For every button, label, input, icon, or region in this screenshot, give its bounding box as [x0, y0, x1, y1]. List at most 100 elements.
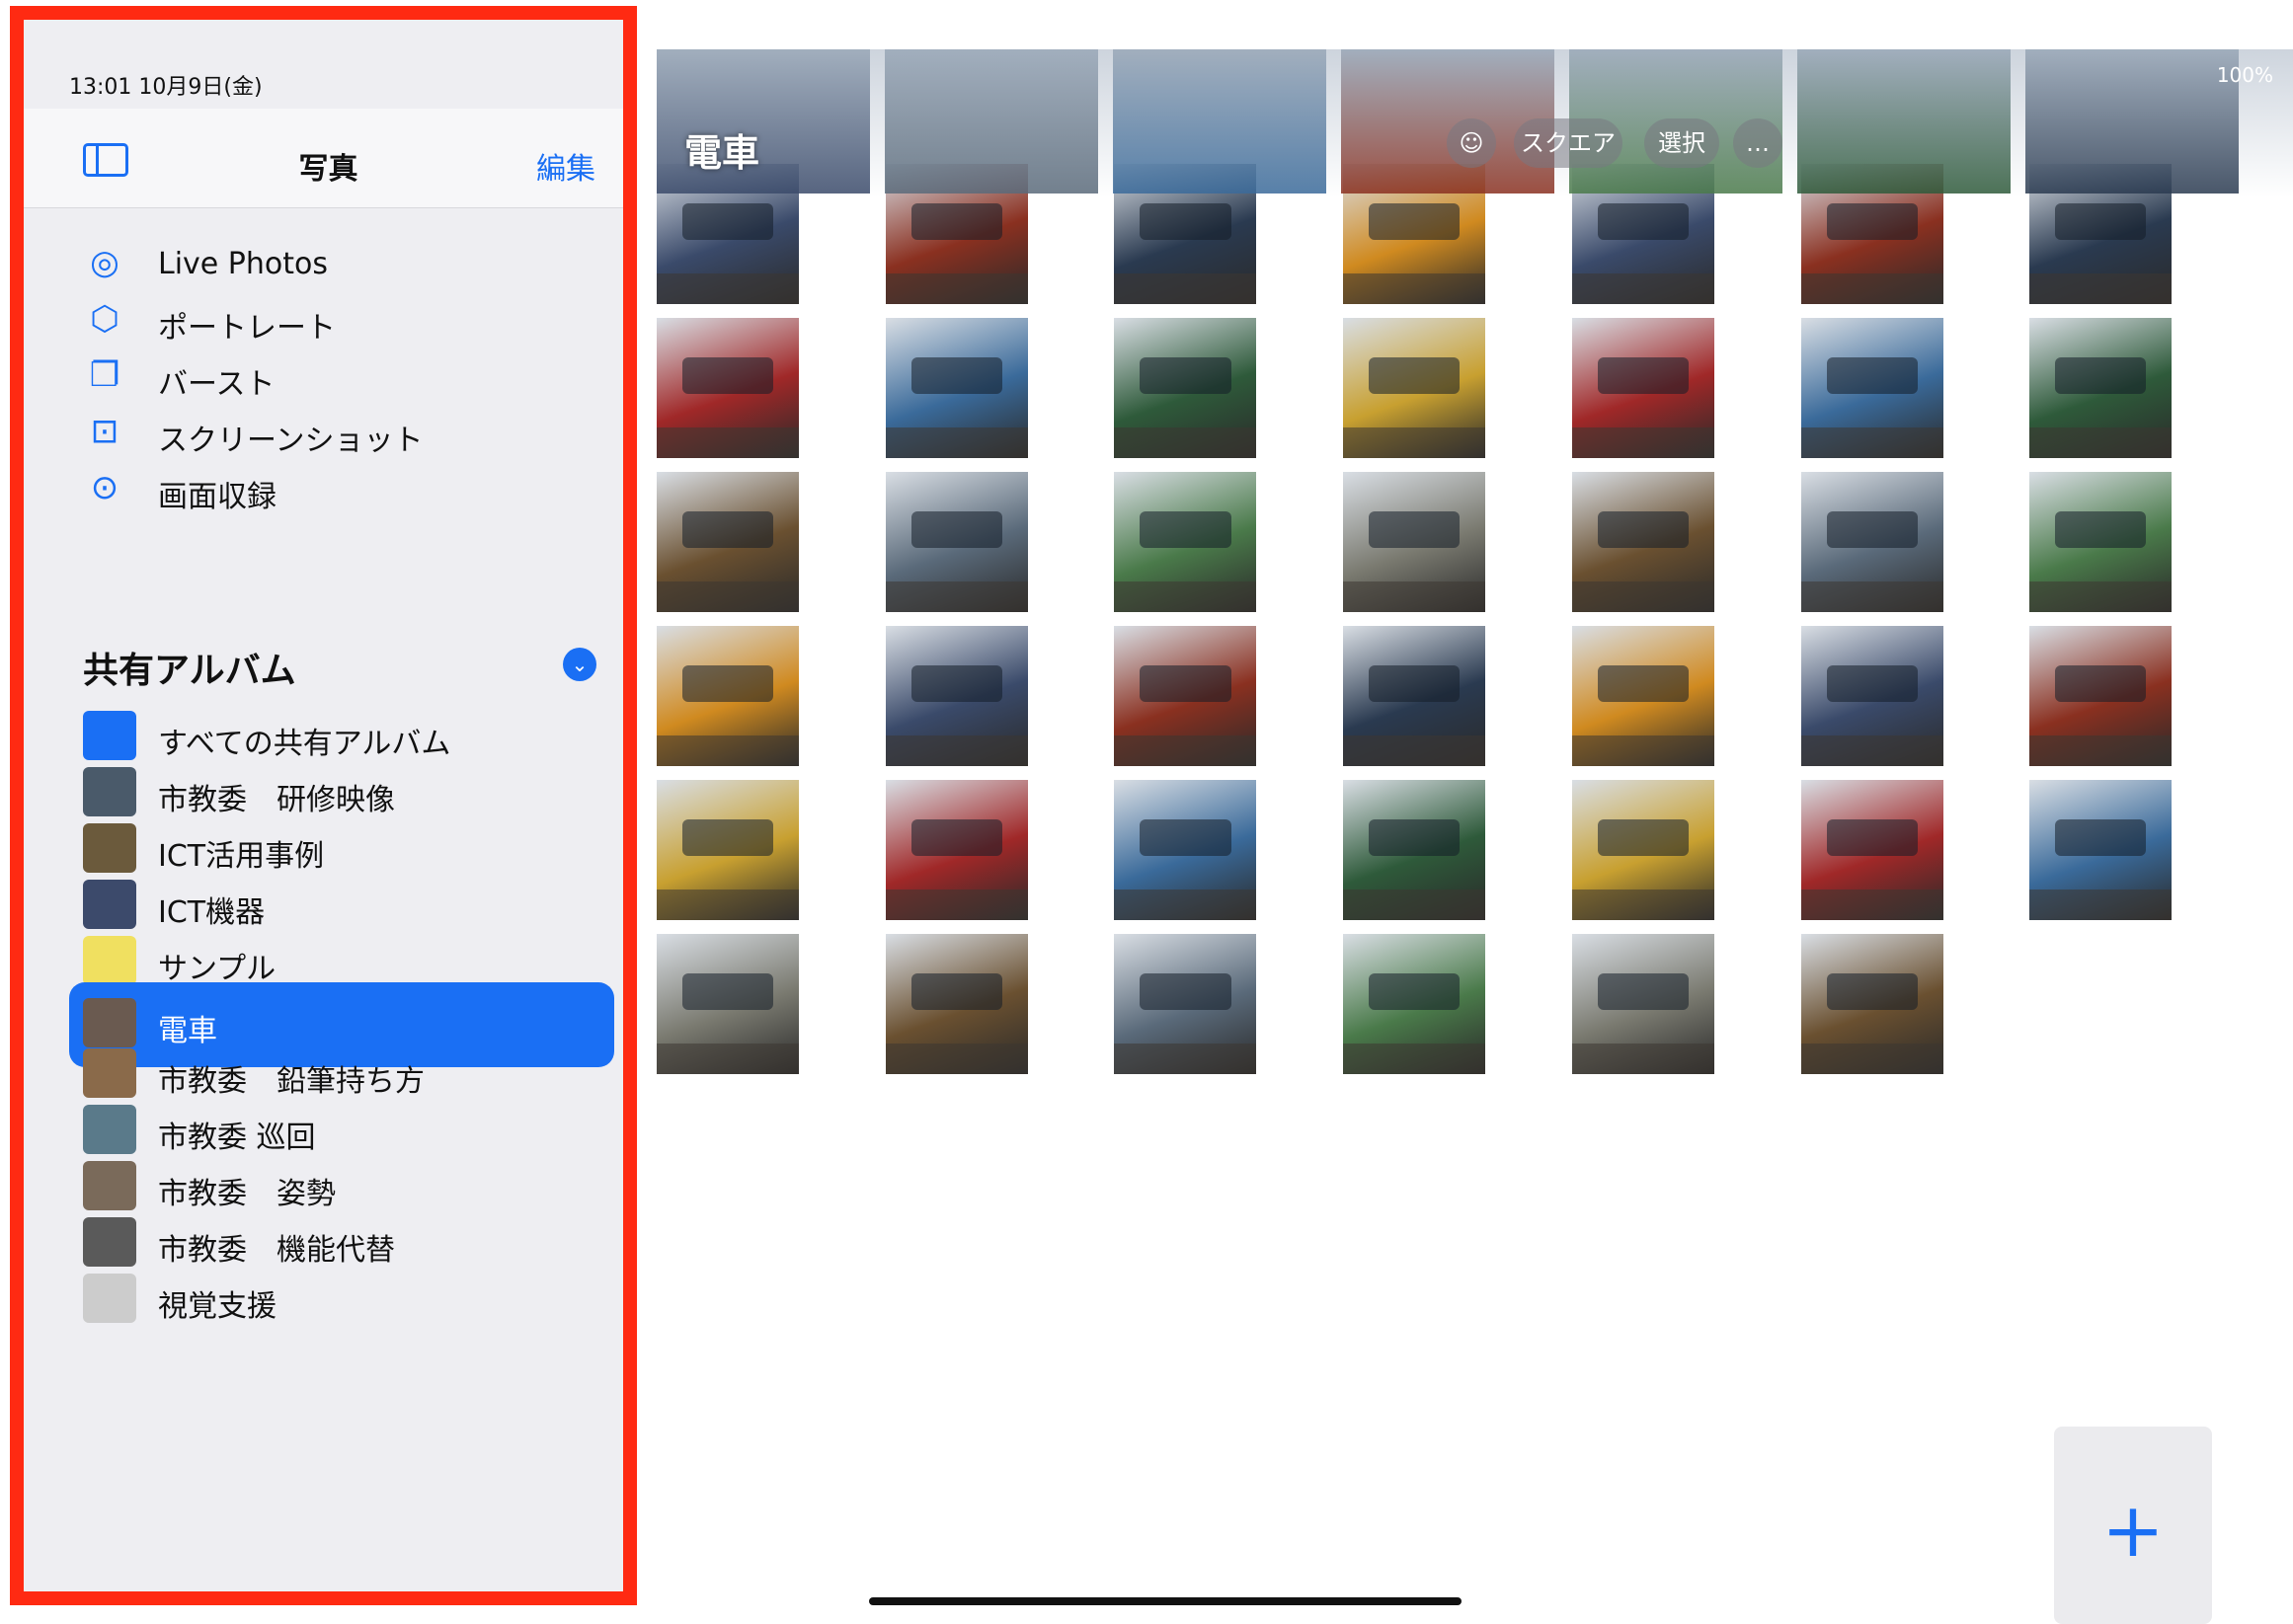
track [1114, 426, 1257, 458]
photo-thumbnail[interactable] [1343, 472, 1486, 612]
photo-thumbnail[interactable] [1114, 626, 1257, 766]
train-window [1826, 510, 1918, 548]
more-button[interactable]: … [1733, 118, 1782, 168]
train-window [1140, 664, 1231, 702]
photo-thumbnail[interactable] [1114, 780, 1257, 920]
track [2029, 889, 2173, 920]
media-item[interactable]: ◎ Live Photos [22, 235, 635, 294]
photo-thumbnail[interactable] [1343, 626, 1486, 766]
train-window [910, 510, 1002, 548]
photo-thumbnail[interactable] [1800, 318, 1943, 458]
photo-thumbnail[interactable] [1343, 780, 1486, 920]
track [885, 889, 1028, 920]
train-window [1597, 356, 1689, 394]
photo-thumbnail[interactable] [1800, 472, 1943, 612]
track [657, 735, 799, 766]
track [1114, 580, 1257, 612]
photo-thumbnail[interactable] [1571, 626, 1714, 766]
photo-thumbnail[interactable] [1343, 318, 1486, 458]
photo-thumbnail[interactable] [2029, 318, 2173, 458]
battery-status: 100% [2216, 63, 2273, 87]
train-window [1597, 972, 1689, 1010]
photo-thumbnail[interactable] [2029, 780, 2173, 920]
train-window [910, 664, 1002, 702]
person-icon[interactable]: ☺ [1447, 118, 1496, 168]
media-item[interactable]: ❐ バースト [22, 348, 635, 407]
live-photos-icon: ◎ [90, 243, 119, 282]
photo-thumbnail[interactable] [885, 49, 1098, 193]
add-photo-button[interactable]: + [2054, 1427, 2212, 1624]
track [657, 580, 799, 612]
train-window [1826, 202, 1918, 240]
photo-thumbnail[interactable] [1113, 49, 1326, 193]
home-indicator [869, 1597, 1462, 1605]
select-button[interactable]: 選択 [1644, 118, 1719, 168]
train-window [1597, 818, 1689, 856]
train-window [1369, 202, 1461, 240]
photo-thumbnail[interactable] [885, 318, 1028, 458]
photo-thumbnail[interactable] [2025, 49, 2239, 193]
photo-thumbnail[interactable] [1797, 49, 2011, 193]
photo-thumbnail[interactable] [1571, 934, 1714, 1074]
track [885, 735, 1028, 766]
photo-thumbnail[interactable] [1571, 318, 1714, 458]
photo-thumbnail[interactable] [1114, 934, 1257, 1074]
photo-thumbnail[interactable] [885, 472, 1028, 612]
photo-thumbnail[interactable] [1114, 472, 1257, 612]
edit-button[interactable]: 編集 [536, 144, 595, 188]
track [1343, 1043, 1486, 1074]
media-item[interactable]: ⊙ 画面収録 [22, 460, 635, 519]
track [1114, 889, 1257, 920]
photo-thumbnail[interactable] [885, 626, 1028, 766]
sidebar: 13:01 10月9日(金) 写真 編集 ◎ Live Photos ⬡ ポートレート… [22, 18, 635, 1597]
album-thumbnail [83, 998, 136, 1047]
photo-thumbnail[interactable] [657, 626, 799, 766]
track [1114, 735, 1257, 766]
train-window [681, 818, 774, 856]
photo-thumbnail[interactable] [657, 934, 799, 1074]
track [2029, 426, 2173, 458]
photo-thumbnail[interactable] [657, 780, 799, 920]
chevron-down-icon[interactable]: ⌄ [563, 648, 596, 681]
photo-thumbnail[interactable] [1800, 626, 1943, 766]
photo-thumbnail[interactable] [2029, 472, 2173, 612]
train-window [681, 202, 774, 240]
album-item[interactable]: 視覚支援 [22, 1260, 635, 1335]
train-window [1597, 510, 1689, 548]
train-window [681, 664, 774, 702]
photo-thumbnail[interactable] [2029, 626, 2173, 766]
burst-icon: ❐ [89, 355, 120, 395]
photo-thumbnail[interactable] [1341, 49, 1554, 193]
train-window [2055, 664, 2147, 702]
photo-thumbnail[interactable] [885, 780, 1028, 920]
media-item[interactable]: ⊡ スクリーンショット [22, 404, 635, 463]
photo-thumbnail[interactable] [1343, 934, 1486, 1074]
train-window [1369, 356, 1461, 394]
square-button[interactable]: スクエア [1514, 118, 1622, 168]
photo-thumbnail[interactable] [885, 934, 1028, 1074]
track [1571, 889, 1714, 920]
train-window [1597, 664, 1689, 702]
track [1571, 272, 1714, 304]
train-window [1826, 972, 1918, 1010]
track [1114, 1043, 1257, 1074]
media-item[interactable]: ⬡ ポートレート [22, 291, 635, 350]
train-window [1140, 510, 1231, 548]
album-thumbnail [83, 1274, 136, 1323]
photo-thumbnail[interactable] [1800, 934, 1943, 1074]
album-title: 電車 [684, 131, 760, 175]
track [657, 1043, 799, 1074]
photo-thumbnail[interactable] [1800, 780, 1943, 920]
train-window [2055, 356, 2147, 394]
track [1114, 272, 1257, 304]
train-window [910, 356, 1002, 394]
photo-thumbnail[interactable] [1571, 472, 1714, 612]
track [1800, 580, 1943, 612]
train-window [1369, 818, 1461, 856]
photo-thumbnail[interactable] [1571, 780, 1714, 920]
track [657, 426, 799, 458]
track [1571, 426, 1714, 458]
photo-thumbnail[interactable] [1114, 318, 1257, 458]
photo-thumbnail[interactable] [657, 318, 799, 458]
photo-thumbnail[interactable] [657, 472, 799, 612]
